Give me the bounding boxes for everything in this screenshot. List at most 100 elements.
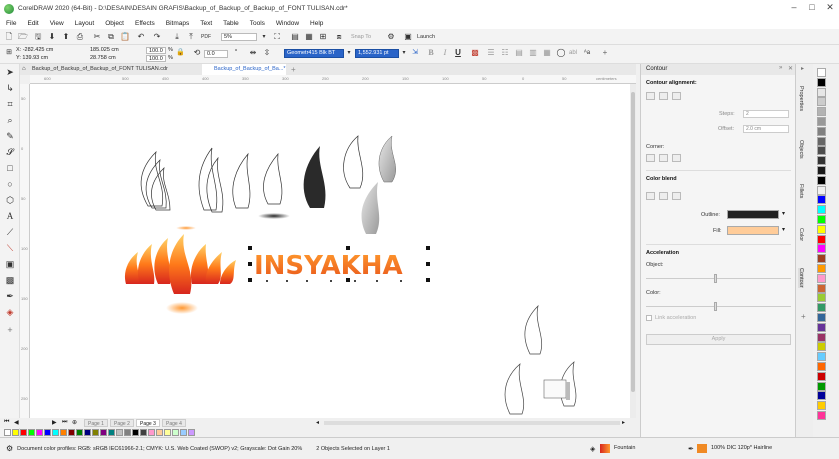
zoom-level-field[interactable]: 5%: [221, 33, 257, 41]
zoom-dropdown-chevron-icon[interactable]: ▾: [260, 32, 268, 42]
clockwise-blend-icon[interactable]: [659, 192, 668, 200]
palette-swatch[interactable]: [817, 234, 826, 244]
palette-swatch[interactable]: [52, 429, 59, 436]
to-center-icon[interactable]: [646, 92, 655, 100]
palette-swatch[interactable]: [817, 371, 826, 381]
menu-file[interactable]: File: [6, 20, 16, 27]
palette-swatch[interactable]: [817, 97, 826, 107]
close-button[interactable]: ✕: [822, 2, 838, 13]
palette-swatch[interactable]: [817, 332, 826, 342]
eyedropper-tool-icon[interactable]: ✒: [3, 290, 17, 303]
tab-page-2[interactable]: Page 2: [110, 419, 134, 427]
mirror-vertical-icon[interactable]: ⇳: [262, 48, 272, 58]
palette-swatch[interactable]: [68, 429, 75, 436]
palette-swatch[interactable]: [44, 429, 51, 436]
palette-swatch[interactable]: [817, 175, 826, 185]
drop-cap-icon[interactable]: ▤: [514, 48, 524, 58]
align-left-icon[interactable]: ☰: [486, 48, 496, 58]
canvas-artwork[interactable]: INSYAKHA: [30, 84, 630, 418]
add-tool-icon[interactable]: +: [3, 324, 17, 337]
cut-icon[interactable]: ✂: [92, 32, 102, 42]
palette-swatch[interactable]: [817, 293, 826, 303]
round-corner-icon[interactable]: [659, 154, 668, 162]
menu-text[interactable]: Text: [200, 20, 212, 27]
new-tab-button[interactable]: +: [288, 64, 302, 75]
launch-dropdown[interactable]: Launch: [414, 32, 438, 42]
shape-tool-icon[interactable]: ↳: [3, 82, 17, 95]
dark-flame-shape[interactable]: [303, 146, 326, 208]
y-position-field[interactable]: Y: 139.93 cm: [16, 55, 48, 62]
palette-swatch[interactable]: [180, 429, 187, 436]
palette-swatch[interactable]: [817, 117, 826, 126]
steps-field[interactable]: 2: [743, 110, 789, 118]
menu-help[interactable]: Help: [310, 20, 323, 27]
show-rulers-icon[interactable]: ▤: [290, 32, 300, 42]
palette-swatch[interactable]: [817, 146, 826, 156]
maximize-button[interactable]: □: [804, 2, 820, 12]
page-next-icon[interactable]: ▶: [52, 419, 57, 426]
tab-color[interactable]: Color: [798, 228, 804, 241]
palette-swatch[interactable]: [817, 107, 826, 117]
apply-button[interactable]: Apply: [646, 334, 791, 345]
outline-color-chevron-icon[interactable]: ▾: [782, 210, 785, 217]
tab-fillets[interactable]: Fillets: [798, 184, 804, 198]
palette-swatch[interactable]: [28, 429, 35, 436]
scale-y-field[interactable]: 100.0: [146, 55, 166, 62]
minimize-button[interactable]: –: [786, 2, 802, 12]
palette-swatch[interactable]: [817, 77, 826, 87]
artistic-media-tool-icon[interactable]: 𝓢: [3, 146, 17, 159]
options-gear-icon[interactable]: ⚙: [386, 32, 396, 42]
menu-edit[interactable]: Edit: [27, 20, 38, 27]
rectangle-tool-icon[interactable]: □: [3, 162, 17, 175]
palette-swatch[interactable]: [124, 429, 131, 436]
outline-color-picker[interactable]: [727, 210, 779, 219]
palette-swatch[interactable]: [4, 429, 11, 436]
text-box-icon[interactable]: ▦: [542, 48, 552, 58]
drop-shadow-tool-icon[interactable]: ▣: [3, 258, 17, 271]
palette-swatch[interactable]: [817, 215, 826, 224]
palette-swatch[interactable]: [817, 391, 826, 401]
palette-swatch[interactable]: [817, 244, 826, 254]
text-properties-icon[interactable]: ◯: [556, 48, 566, 58]
brand-text[interactable]: INSYAKHA: [254, 251, 403, 281]
font-size-field[interactable]: 1,552.931 pt: [355, 49, 399, 58]
hscroll-right-icon[interactable]: ▸: [622, 419, 625, 426]
freehand-tool-icon[interactable]: ✎: [3, 130, 17, 143]
mirror-horizontal-icon[interactable]: ⇹: [248, 48, 258, 58]
scale-x-field[interactable]: 100.0: [146, 47, 166, 54]
palette-swatch[interactable]: [817, 313, 826, 322]
polygon-tool-icon[interactable]: ⬡: [3, 194, 17, 207]
bold-icon[interactable]: B: [426, 48, 436, 58]
miter-corner-icon[interactable]: [646, 154, 655, 162]
lock-ratio-icon[interactable]: 🔒: [176, 48, 185, 58]
menu-layout[interactable]: Layout: [75, 20, 95, 27]
palette-swatch[interactable]: [108, 429, 115, 436]
drawing-canvas[interactable]: INSYAKHA: [30, 84, 630, 418]
palette-swatch[interactable]: [60, 429, 67, 436]
font-dropdown-chevron-icon[interactable]: ▾: [345, 48, 353, 58]
vertical-ruler[interactable]: 50 0 50 100 150 200 250: [20, 84, 30, 418]
flame-outlines-group[interactable]: [140, 135, 364, 213]
text-color-icon[interactable]: ▩: [470, 48, 480, 58]
outside-icon[interactable]: [672, 92, 681, 100]
color-acceleration-slider[interactable]: [646, 302, 791, 311]
shadow-ellipse[interactable]: [258, 213, 290, 219]
export-icon[interactable]: ⬆: [61, 32, 71, 42]
palette-swatch[interactable]: [12, 429, 19, 436]
menu-tools[interactable]: Tools: [250, 20, 265, 27]
menu-window[interactable]: Window: [276, 20, 299, 27]
width-field[interactable]: 185.025 cm: [90, 47, 119, 54]
link-acceleration-checkbox[interactable]: [646, 315, 652, 321]
palette-swatch[interactable]: [817, 273, 826, 283]
redo-icon[interactable]: ↷: [152, 32, 162, 42]
snap-to-dropdown[interactable]: Snap To: [346, 32, 376, 42]
ellipse-tool-icon[interactable]: ○: [3, 178, 17, 191]
docker-collapse-icon[interactable]: »: [779, 65, 782, 71]
fill-color-picker[interactable]: [727, 226, 779, 235]
parallel-dimension-tool-icon[interactable]: ⟋: [3, 226, 17, 239]
rotate-icon[interactable]: ⟲: [192, 48, 202, 58]
launch-icon[interactable]: ▣: [403, 32, 413, 42]
menu-table[interactable]: Table: [223, 20, 239, 27]
counterclockwise-blend-icon[interactable]: [672, 192, 681, 200]
color-profile-text[interactable]: Document color profiles: RGB: sRGB IEC61…: [17, 446, 302, 452]
